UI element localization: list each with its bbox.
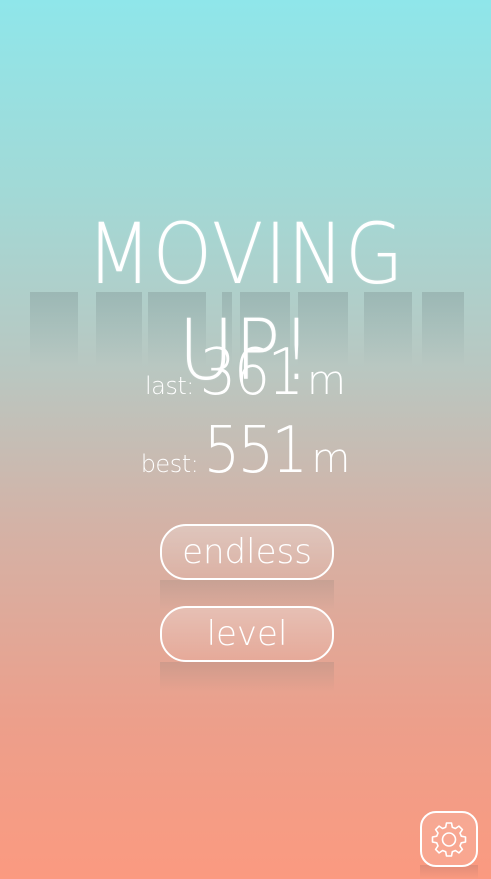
- level-button[interactable]: level: [160, 606, 334, 662]
- best-score: best: 551 m: [0, 414, 491, 488]
- last-score-unit: m: [307, 358, 346, 404]
- settings-button-shadow: [420, 865, 478, 879]
- settings-button[interactable]: [420, 811, 478, 867]
- endless-button[interactable]: endless: [160, 524, 334, 580]
- best-score-unit: m: [311, 436, 351, 482]
- best-score-label: best:: [140, 450, 199, 478]
- last-score: last: 361 m: [0, 336, 491, 410]
- last-score-value: 361: [199, 336, 305, 410]
- last-score-label: last:: [145, 372, 194, 400]
- best-score-value: 551: [203, 414, 309, 488]
- level-button-shadow: [160, 662, 334, 692]
- gear-icon: [431, 822, 467, 857]
